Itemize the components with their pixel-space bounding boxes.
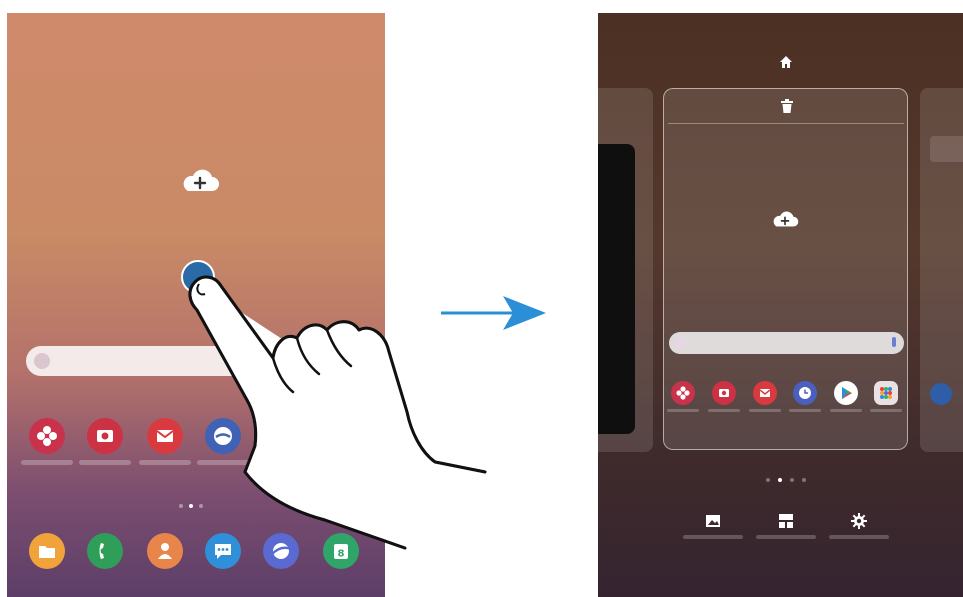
add-cloud-icon[interactable]	[180, 169, 220, 193]
arrow-right-icon	[441, 296, 546, 330]
add-cloud-icon[interactable]	[771, 211, 799, 228]
previous-page-card[interactable]	[598, 88, 653, 452]
google-icon	[34, 353, 50, 369]
home-icon[interactable]	[779, 55, 793, 69]
mic-icon	[892, 337, 896, 347]
google-search-bar[interactable]	[669, 332, 904, 354]
email-icon[interactable]	[749, 381, 781, 412]
home-screen-edit-mode	[598, 13, 963, 597]
home-page-card[interactable]	[663, 88, 908, 450]
word-icon	[930, 383, 952, 405]
card-app-row	[664, 381, 909, 421]
my-files-icon[interactable]	[29, 533, 65, 569]
home-screen-settings-option[interactable]	[829, 513, 889, 545]
phone-icon[interactable]	[87, 533, 123, 569]
play-store-icon[interactable]	[830, 381, 862, 412]
clock-icon[interactable]	[789, 381, 821, 412]
camera-icon[interactable]	[79, 418, 131, 465]
wallpapers-option[interactable]	[683, 513, 743, 545]
widgets-option[interactable]	[756, 513, 816, 545]
wallpapers-icon	[706, 515, 720, 527]
gallery-icon[interactable]	[667, 381, 699, 412]
camera-icon[interactable]	[708, 381, 740, 412]
gallery-icon[interactable]	[21, 418, 73, 465]
page-indicator	[766, 478, 806, 484]
widgets-icon	[779, 514, 793, 528]
trash-icon[interactable]	[781, 99, 793, 113]
gear-icon	[851, 513, 867, 529]
app-folder-icon[interactable]	[870, 381, 902, 412]
next-page-card[interactable]	[920, 88, 963, 452]
